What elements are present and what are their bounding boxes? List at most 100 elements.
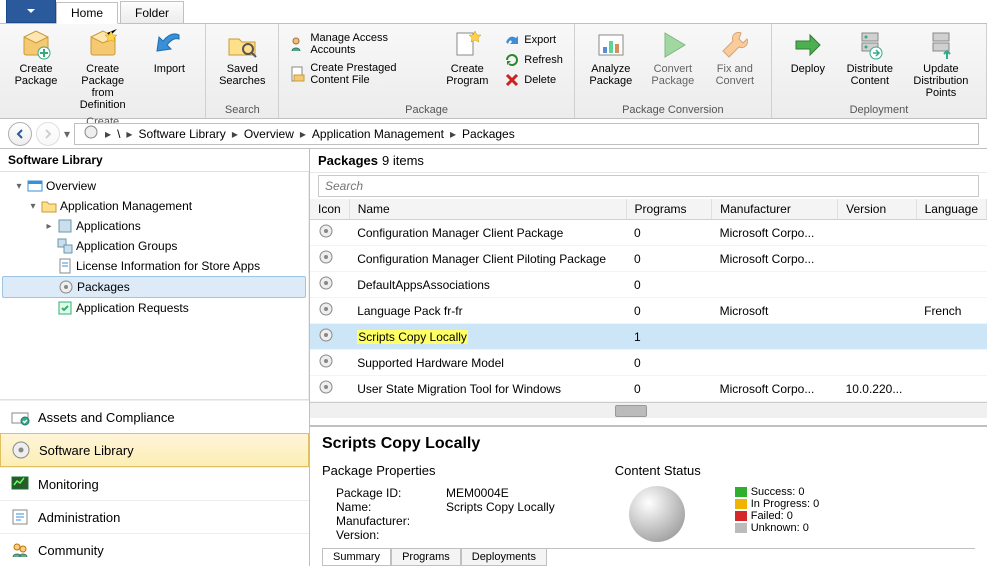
status-pie-icon: [629, 486, 685, 542]
btn-label: Fix andConvert: [716, 63, 755, 87]
package-icon: [20, 29, 52, 61]
btn-label: Export: [524, 34, 556, 46]
refresh-button[interactable]: Refresh: [499, 50, 568, 70]
prop-name: Scripts Copy Locally: [446, 500, 555, 514]
row-language: [916, 220, 986, 246]
tab-folder[interactable]: Folder: [120, 1, 184, 23]
delete-button[interactable]: Delete: [499, 70, 568, 90]
nav-forward-button[interactable]: [36, 122, 60, 146]
assets-icon: [10, 407, 30, 427]
detail-tab-programs[interactable]: Programs: [391, 549, 461, 566]
btn-label: Refresh: [524, 54, 563, 66]
table-row[interactable]: User State Migration Tool for Windows0Mi…: [310, 376, 987, 402]
create-package-from-definition-button[interactable]: Create Packagefrom Definition: [68, 26, 137, 114]
side-panel-title: Software Library: [0, 149, 309, 172]
search-input[interactable]: [318, 175, 979, 197]
create-package-button[interactable]: CreatePackage: [6, 26, 66, 114]
navpane-monitoring[interactable]: Monitoring: [0, 467, 309, 500]
row-icon: [310, 272, 349, 298]
app-menu-button[interactable]: [6, 0, 56, 23]
table-row[interactable]: DefaultAppsAssociations0: [310, 272, 987, 298]
row-programs: 0: [626, 246, 712, 272]
convert-package-button[interactable]: ConvertPackage: [643, 26, 703, 90]
row-language: [916, 246, 986, 272]
col-icon[interactable]: Icon: [310, 199, 349, 220]
row-icon: [310, 350, 349, 376]
detail-tab-summary[interactable]: Summary: [322, 549, 391, 566]
breadcrumb-divider-icon[interactable]: \: [113, 127, 124, 141]
navpane-community[interactable]: Community: [0, 533, 309, 566]
table-row[interactable]: Configuration Manager Client Package0Mic…: [310, 220, 987, 246]
detail-title: Scripts Copy Locally: [322, 435, 975, 453]
table-row[interactable]: Scripts Copy Locally1: [310, 324, 987, 350]
col-language[interactable]: Language: [916, 199, 986, 220]
tree-applications[interactable]: ▸Applications: [2, 216, 306, 236]
overview-icon: [27, 178, 43, 194]
server-stack-icon: [854, 29, 886, 61]
tree-application-requests[interactable]: Application Requests: [2, 298, 306, 318]
col-manufacturer[interactable]: Manufacturer: [712, 199, 838, 220]
export-button[interactable]: Export: [499, 30, 568, 50]
request-icon: [57, 300, 73, 316]
breadcrumb-item[interactable]: Application Management: [308, 127, 448, 141]
row-programs: 0: [626, 376, 712, 402]
breadcrumb-item[interactable]: Software Library: [134, 127, 229, 141]
create-prestaged-content-button[interactable]: Create Prestaged Content File: [285, 60, 435, 88]
import-button[interactable]: Import: [139, 26, 199, 114]
saved-searches-button[interactable]: SavedSearches: [212, 26, 272, 90]
folder-icon: [41, 198, 57, 214]
col-version[interactable]: Version: [838, 199, 917, 220]
row-language: [916, 350, 986, 376]
manage-access-accounts-button[interactable]: Manage Access Accounts: [285, 30, 435, 58]
group-label: Package Conversion: [581, 102, 765, 116]
nav-back-button[interactable]: [8, 122, 32, 146]
col-name[interactable]: Name: [349, 199, 626, 220]
prop-package-id: MEM0004E: [446, 486, 509, 500]
navpane-assets[interactable]: Assets and Compliance: [0, 400, 309, 433]
deploy-arrow-icon: [792, 29, 824, 61]
breadcrumb-item[interactable]: Overview: [240, 127, 298, 141]
deploy-button[interactable]: Deploy: [778, 26, 838, 102]
row-programs: 0: [626, 220, 712, 246]
fix-and-convert-button[interactable]: Fix andConvert: [705, 26, 765, 90]
horizontal-scrollbar[interactable]: [310, 402, 987, 418]
legend-failed: Failed: 0: [735, 510, 819, 522]
create-program-button[interactable]: CreateProgram: [437, 26, 497, 90]
tab-home[interactable]: Home: [56, 2, 118, 24]
analyze-package-button[interactable]: AnalyzePackage: [581, 26, 641, 90]
update-distribution-points-button[interactable]: UpdateDistribution Points: [902, 26, 980, 102]
license-icon: [57, 258, 73, 274]
row-name: Language Pack fr-fr: [349, 298, 626, 324]
tree-packages[interactable]: Packages: [2, 276, 306, 298]
row-name: Configuration Manager Client Package: [349, 220, 626, 246]
row-name: Configuration Manager Client Piloting Pa…: [349, 246, 626, 272]
distribute-content-button[interactable]: DistributeContent: [840, 26, 900, 102]
tree-overview[interactable]: ▾Overview: [2, 176, 306, 196]
folder-search-icon: [226, 29, 258, 61]
detail-tab-deployments[interactable]: Deployments: [461, 549, 547, 566]
row-programs: 0: [626, 298, 712, 324]
row-icon: [310, 324, 349, 350]
breadcrumb-root-icon[interactable]: [79, 124, 103, 143]
table-row[interactable]: Language Pack fr-fr0MicrosoftFrench: [310, 298, 987, 324]
breadcrumb-item[interactable]: Packages: [458, 127, 519, 141]
tree-application-management[interactable]: ▾Application Management: [2, 196, 306, 216]
btn-label: SavedSearches: [219, 63, 265, 87]
row-version: [838, 324, 917, 350]
tree-license-info[interactable]: License Information for Store Apps: [2, 256, 306, 276]
btn-label: DistributeContent: [847, 63, 893, 87]
navpane-administration[interactable]: Administration: [0, 500, 309, 533]
content-status-heading: Content Status: [615, 463, 819, 478]
row-version: [838, 298, 917, 324]
navpane-software-library[interactable]: Software Library: [0, 433, 309, 467]
row-manufacturer: Microsoft Corpo...: [712, 376, 838, 402]
table-row[interactable]: Configuration Manager Client Piloting Pa…: [310, 246, 987, 272]
community-icon: [10, 540, 30, 560]
btn-label: UpdateDistribution Points: [907, 63, 975, 99]
delete-x-icon: [504, 72, 520, 88]
col-programs[interactable]: Programs: [626, 199, 712, 220]
btn-label: Delete: [524, 74, 556, 86]
breadcrumb[interactable]: ▸ \ ▸ Software Library ▸ Overview ▸ Appl…: [74, 123, 979, 145]
table-row[interactable]: Supported Hardware Model0: [310, 350, 987, 376]
tree-application-groups[interactable]: Application Groups: [2, 236, 306, 256]
